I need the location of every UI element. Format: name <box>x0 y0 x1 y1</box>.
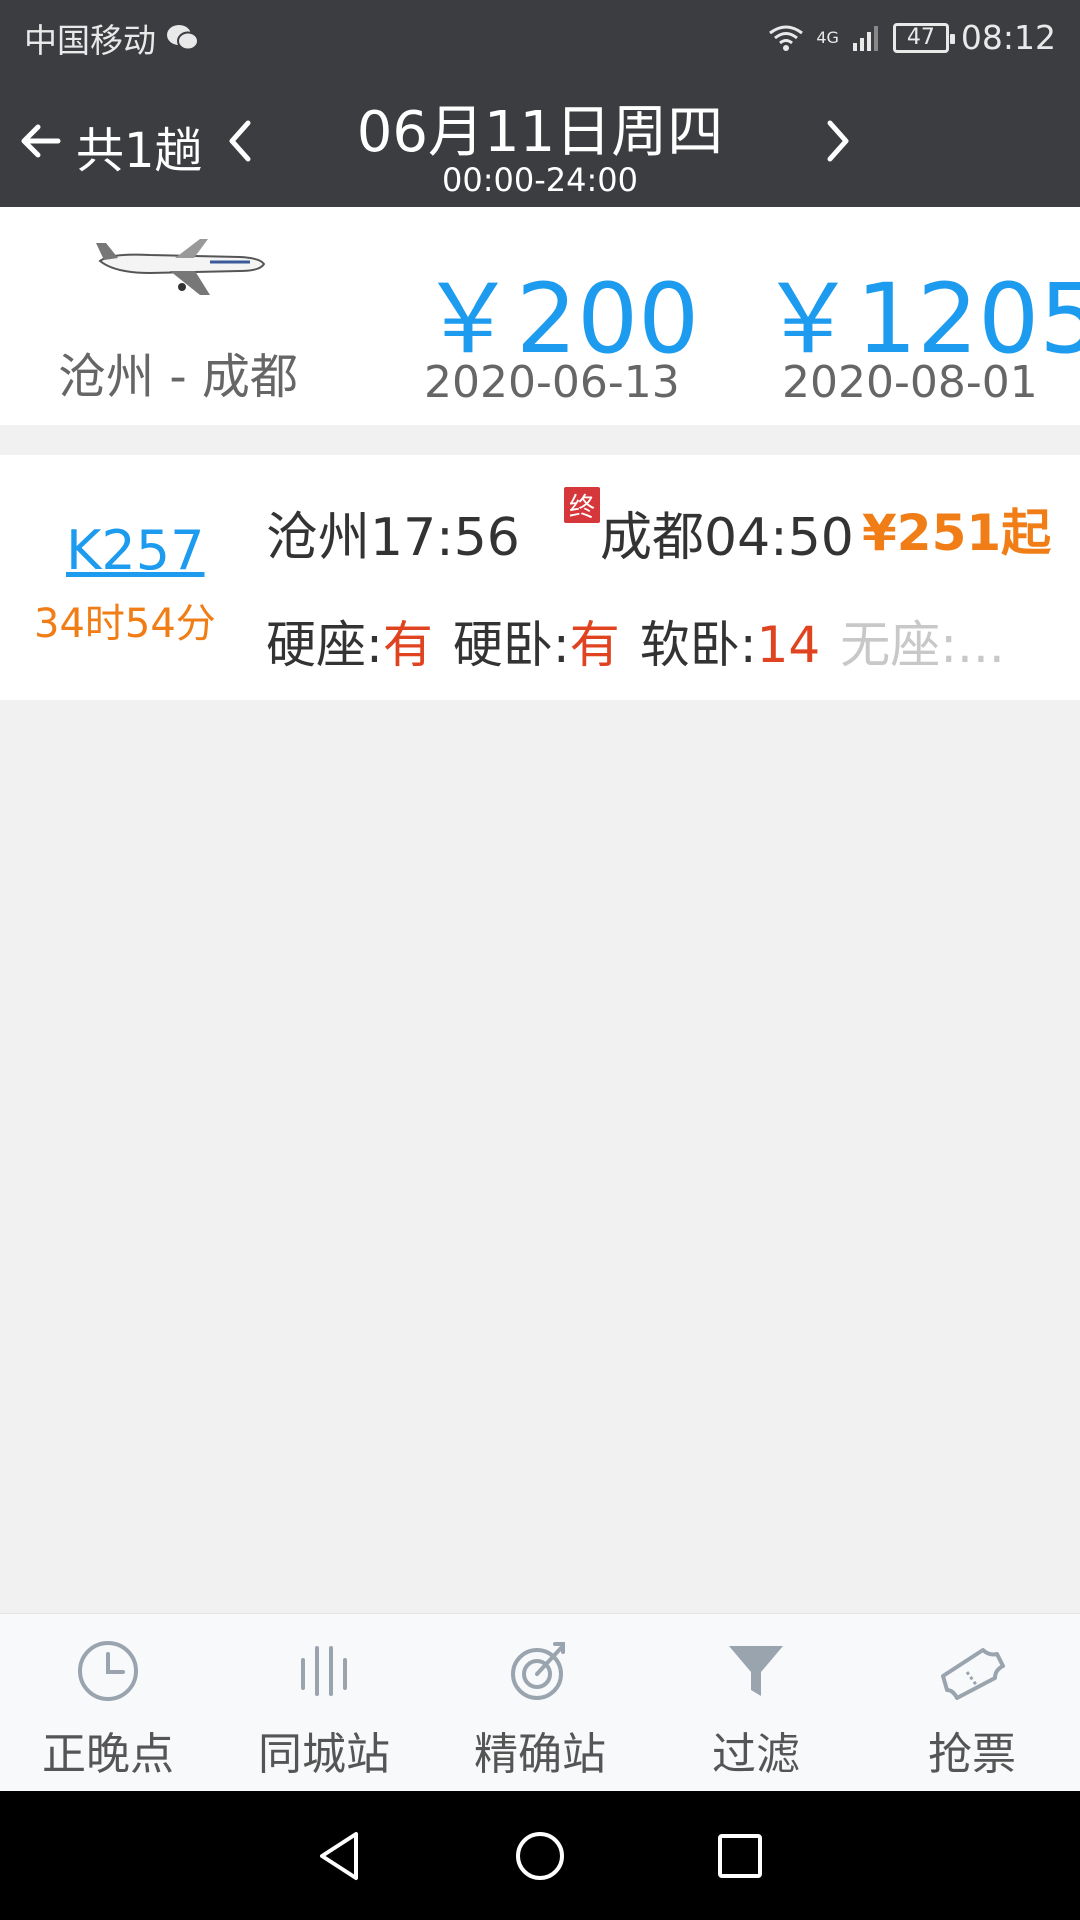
seat-label-soft-sleeper: 软卧: <box>639 616 757 674</box>
flight-banner[interactable]: 沧州 - 成都 ￥200 2020-06-13 ￥1205 2020-08-01 <box>0 207 1080 425</box>
status-bar: 中国移动 4G 47 08:12 <box>0 0 1080 75</box>
status-right: 4G 47 08:12 <box>768 18 1056 57</box>
stations-icon <box>301 1646 347 1696</box>
back-arrow-icon[interactable] <box>14 115 66 167</box>
toolbar-exact-station[interactable]: 精确站 <box>432 1614 648 1791</box>
price-from: ¥251起 <box>862 504 1052 562</box>
seat-value-hard-seat: 有 <box>382 616 433 674</box>
battery-icon: 47 <box>892 22 955 53</box>
carrier-label: 中国移动 <box>24 20 156 60</box>
network-type: 4G <box>816 28 839 47</box>
terminal-badge: 终 <box>564 487 600 523</box>
system-nav-bar <box>0 1791 1080 1920</box>
battery-level: 47 <box>906 25 935 50</box>
top-bar: 中国移动 4G 47 08:12 共1趟 06月11日周四 00:00-24:0… <box>0 0 1080 207</box>
seat-label-hard-seat: 硬座: <box>266 616 383 674</box>
bottom-toolbar: 正晚点 同城站 精确站 过滤 抢票 <box>0 1613 1080 1791</box>
seat-availability: 硬座:有 硬卧:有 软卧:14 无座:... <box>266 605 1066 677</box>
target-icon <box>511 1642 565 1700</box>
fare-date-1: 2020-06-13 <box>424 357 680 408</box>
arrival-info: 成都04:50 <box>600 508 854 568</box>
toolbar-label-exact: 精确站 <box>474 1729 606 1780</box>
seat-label-hard-sleeper: 硬卧: <box>452 616 570 674</box>
toolbar-label-same-city: 同城站 <box>258 1729 390 1780</box>
signal-icon <box>852 25 878 51</box>
prev-day-chevron-icon[interactable] <box>220 115 260 167</box>
wifi-icon <box>769 25 804 51</box>
next-day-chevron-icon[interactable] <box>818 115 858 167</box>
nav-back-icon[interactable] <box>312 1828 368 1884</box>
header: 共1趟 06月11日周四 00:00-24:00 <box>0 75 1080 207</box>
toolbar-grab-ticket[interactable]: 抢票 <box>864 1614 1080 1791</box>
clock-icon <box>78 1641 138 1701</box>
seat-label-no-seat: 无座:... <box>840 616 1005 674</box>
airplane-icon <box>96 239 266 295</box>
flight-route: 沧州 - 成都 <box>58 349 298 405</box>
ticket-icon <box>941 1648 1005 1700</box>
toolbar-label-grab-ticket: 抢票 <box>928 1729 1016 1780</box>
toolbar-label-filter: 过滤 <box>712 1729 800 1780</box>
train-number-link[interactable]: K257 <box>66 519 204 582</box>
nav-recents-icon[interactable] <box>712 1828 768 1884</box>
fare-date-2: 2020-08-01 <box>782 357 1038 408</box>
seat-value-soft-sleeper: 14 <box>756 616 821 674</box>
toolbar-label-delay: 正晚点 <box>42 1729 174 1780</box>
status-left: 中国移动 <box>24 14 200 62</box>
filter-icon <box>729 1646 783 1696</box>
toolbar-filter[interactable]: 过滤 <box>648 1614 864 1791</box>
total-count: 共1趟 <box>76 123 203 179</box>
nav-home-icon[interactable] <box>512 1828 568 1884</box>
wechat-icon <box>167 24 199 50</box>
time-range: 00:00-24:00 <box>442 161 638 199</box>
train-duration: 34时54分 <box>34 601 216 647</box>
seat-value-hard-sleeper: 有 <box>569 616 620 674</box>
departure-info: 沧州17:56 <box>266 508 520 568</box>
status-time: 08:12 <box>960 18 1056 57</box>
date-title[interactable]: 06月11日周四 <box>330 87 750 168</box>
train-list-item[interactable]: K257 34时54分 沧州17:56 终 成都04:50 ¥251起 硬座:有… <box>0 455 1080 700</box>
toolbar-delay-status[interactable]: 正晚点 <box>0 1614 216 1791</box>
toolbar-same-city-stations[interactable]: 同城站 <box>216 1614 432 1791</box>
